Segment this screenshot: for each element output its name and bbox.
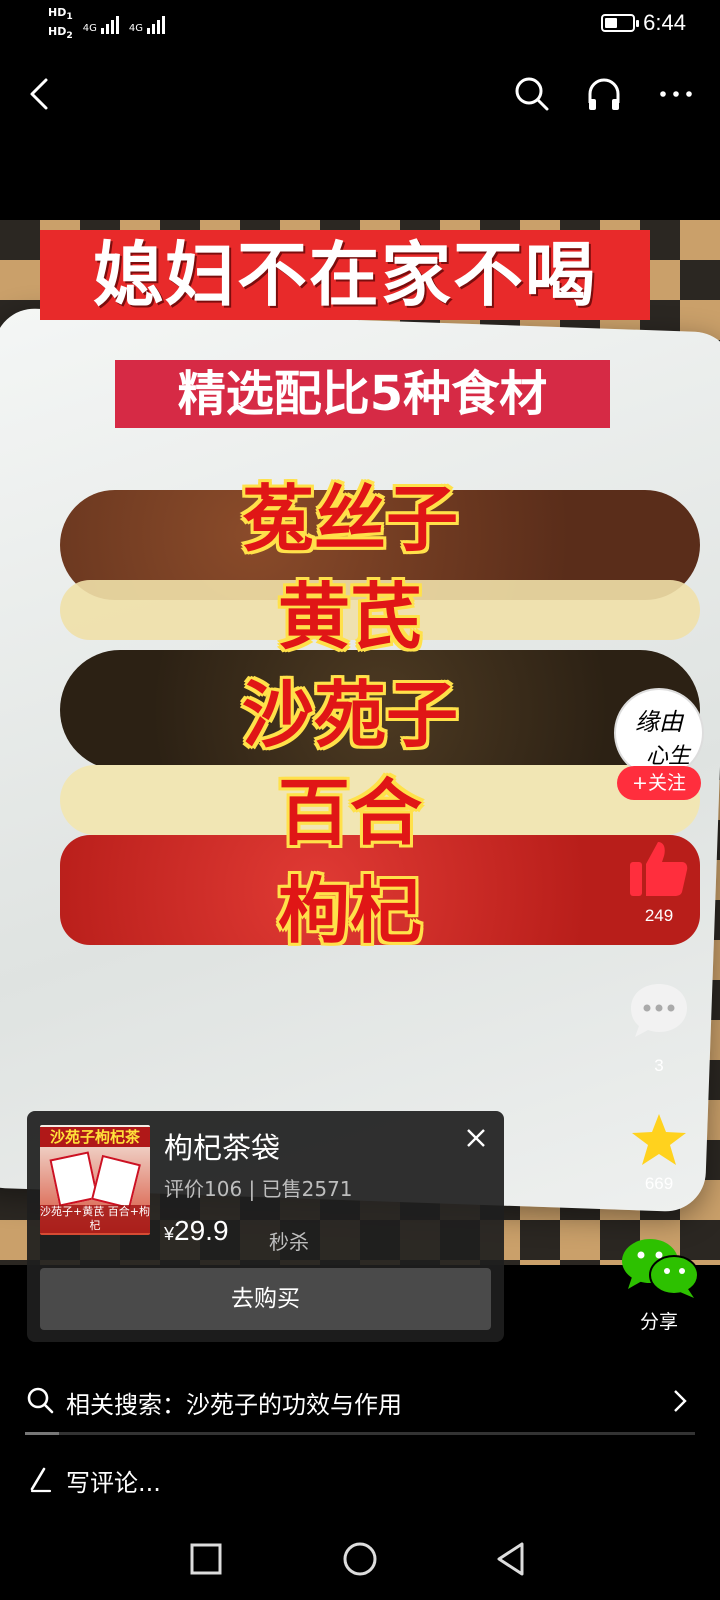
ingredient-label: 沙苑子 [241,673,458,757]
creator-avatar[interactable]: 缘由 心生 [614,688,704,778]
signal-bars-icon [100,14,119,34]
ingredient-label: 黄芪 [277,575,422,659]
flash-sale-tag: 秒杀 [269,1230,309,1254]
signal-2: 4G [129,6,165,34]
video-caption-title: 媳妇不在家不喝 [40,230,650,320]
pen-icon [30,1467,52,1493]
clock: 6:44 [643,10,686,35]
listen-button[interactable] [584,72,624,116]
status-bar: HD1 HD2 4G 4G 6:44 [0,0,720,50]
product-thumbnail: 沙苑子枸杞茶 沙苑子+黄芪 百合+枸杞 [40,1125,150,1235]
close-icon [467,1129,485,1147]
product-meta: 评价106 | 已售2571 [164,1177,353,1201]
chevron-right-icon [674,1390,687,1412]
share-label: 分享 [639,1312,678,1333]
signal-indicators: HD1 HD2 4G 4G [48,6,165,42]
signal-1: 4G [83,6,119,34]
signal-bars-icon [146,14,165,34]
search-icon [27,1387,54,1414]
like-count: 249 [644,906,674,925]
hd-badge-2: HD2 [48,25,73,42]
ingredient-label: 枸杞 [277,869,422,953]
follow-button[interactable]: +关注 [617,766,701,800]
system-nav-bar [0,1515,720,1600]
home-button[interactable] [338,1537,382,1581]
share-button[interactable]: 分享 [620,1235,699,1334]
hd-badge-1: HD1 [48,6,73,23]
comment-placeholder: 写评论... [66,1469,161,1497]
square-icon [190,1543,222,1575]
product-price: ¥29.9 [164,1215,229,1246]
ingredient-label: 百合 [277,771,422,855]
close-card-button[interactable] [461,1123,491,1153]
favorite-button[interactable]: 669 [620,1112,698,1194]
playback-progress-fill [25,1432,59,1435]
ingredient-label: 菟丝子 [241,477,458,561]
product-card[interactable]: 沙苑子枸杞茶 沙苑子+黄芪 百合+枸杞 枸杞茶袋 评价106 | 已售2571 … [27,1111,504,1342]
search-button[interactable] [512,72,552,116]
playback-progress[interactable] [25,1432,695,1435]
wechat-icon [622,1239,699,1298]
battery-icon [601,14,640,32]
thumbs-up-icon [630,842,688,896]
comment-input-bar[interactable]: 写评论... [0,1445,720,1515]
recents-button[interactable] [184,1537,228,1581]
more-icon [660,91,692,97]
star-icon [632,1114,686,1165]
buy-button[interactable]: 去购买 [40,1268,491,1330]
favorite-count: 669 [644,1174,674,1193]
like-button[interactable]: 249 [620,838,698,926]
circle-icon [343,1542,377,1576]
related-search-bar[interactable]: 相关搜索：沙苑子的功效与作用 [0,1370,720,1432]
headset-icon [588,78,620,110]
search-icon [515,77,549,111]
top-nav [0,60,720,130]
back-nav-button[interactable] [490,1537,534,1581]
comment-count: 3 [654,1056,664,1075]
ingredient-list: 菟丝子 黄芪 沙苑子 百合 枸杞 [180,470,520,960]
comment-button[interactable]: 3 [620,980,698,1076]
triangle-back-icon [497,1542,524,1576]
video-player[interactable]: 媳妇不在家不喝 精选配比5种食材 菟丝子 黄芪 沙苑子 百合 枸杞 [0,220,720,1265]
back-button[interactable] [20,72,60,116]
video-caption-subtitle: 精选配比5种食材 [115,360,610,428]
related-search-text: 相关搜索：沙苑子的功效与作用 [66,1391,402,1419]
comment-bubble-icon [631,984,687,1037]
back-icon [30,78,48,110]
more-button[interactable] [656,72,696,116]
product-title: 枸杞茶袋 [164,1131,281,1165]
